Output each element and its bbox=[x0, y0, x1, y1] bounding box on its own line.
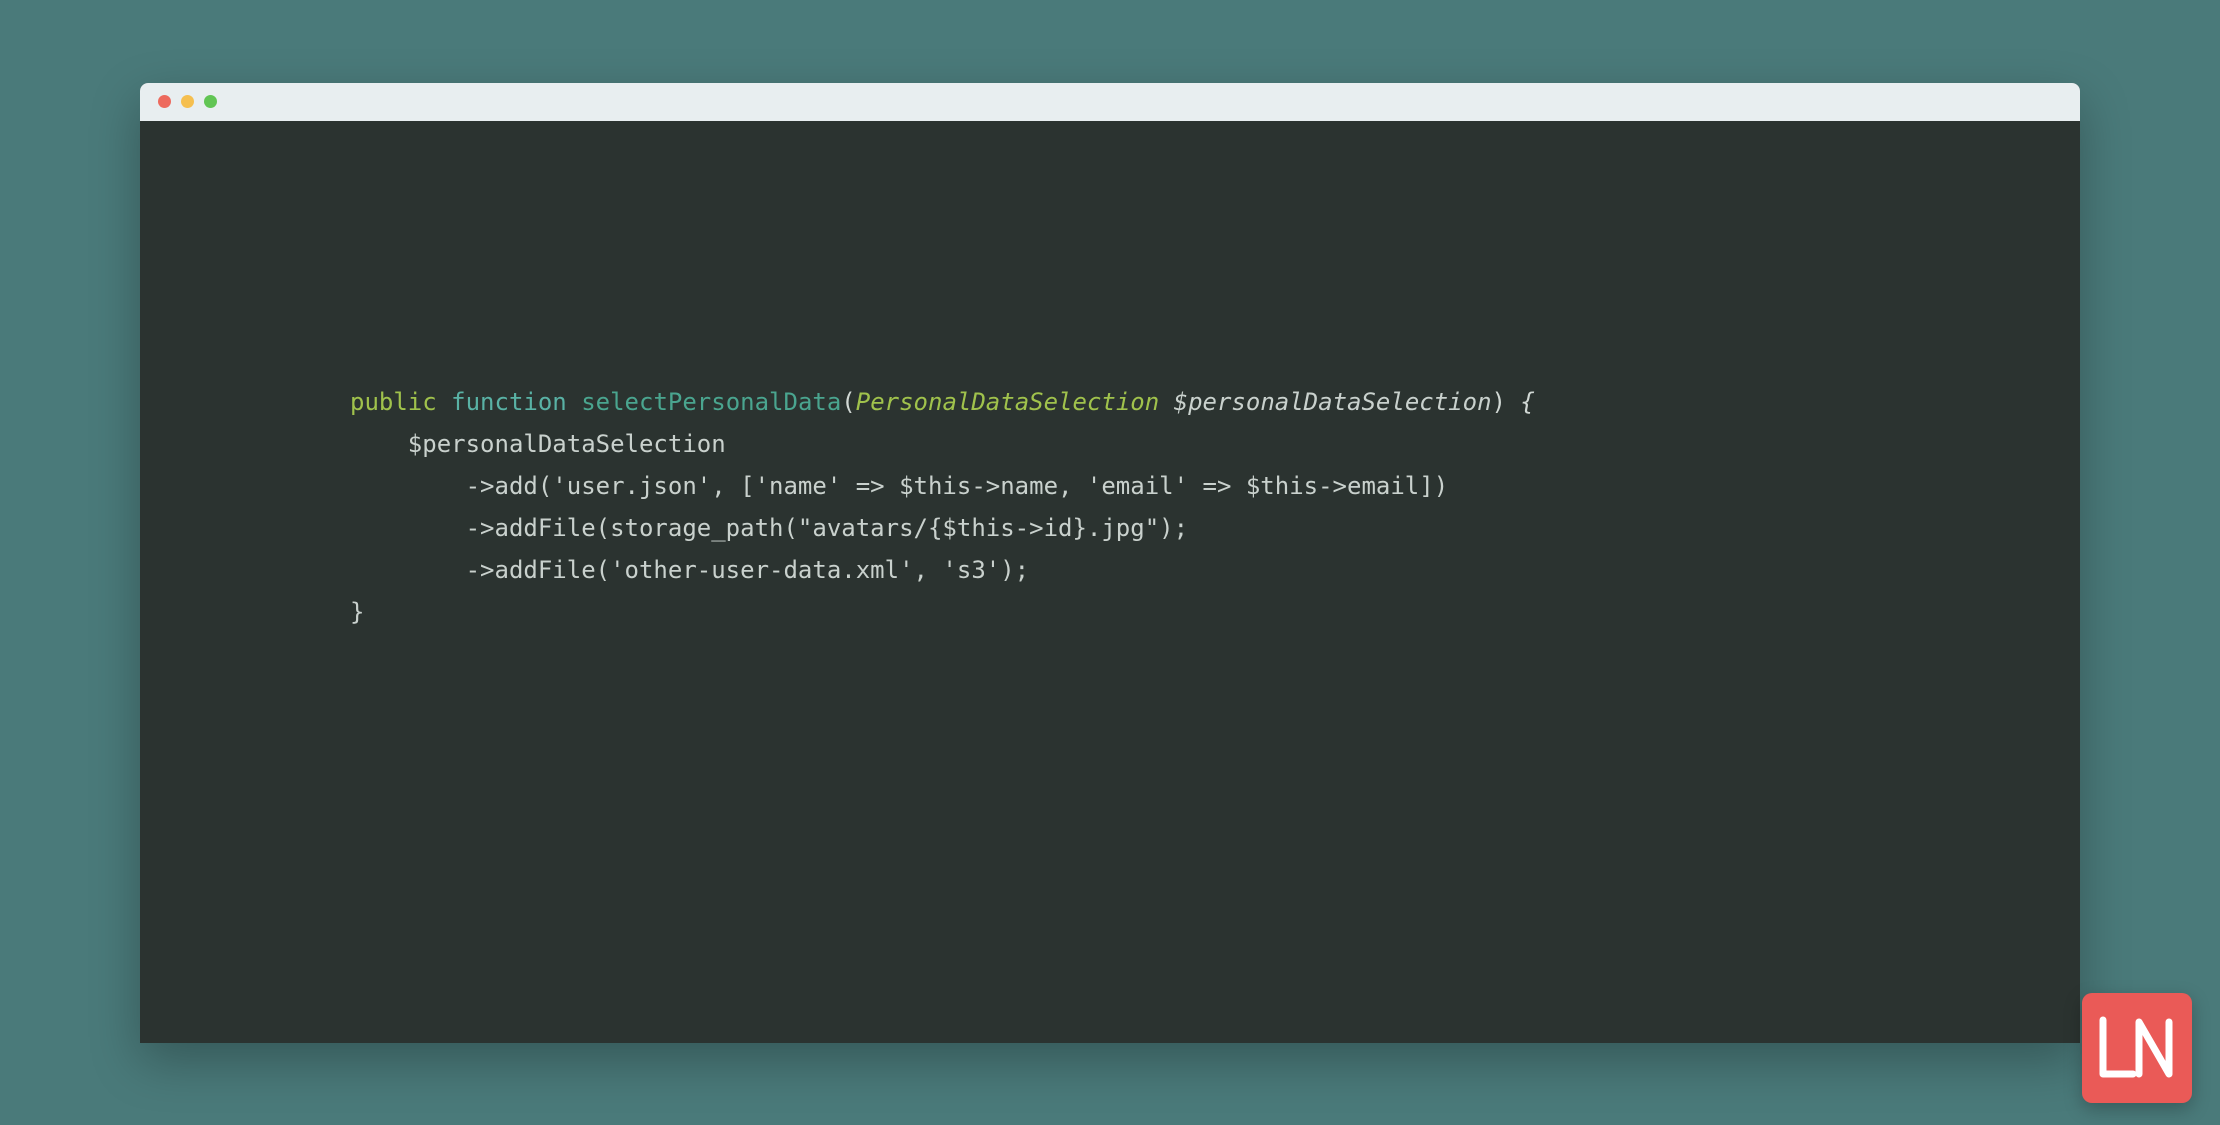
close-icon[interactable] bbox=[158, 95, 171, 108]
code-window: public function selectPersonalData(Perso… bbox=[140, 83, 2080, 1043]
zoom-icon[interactable] bbox=[204, 95, 217, 108]
paren-close: ) bbox=[1492, 388, 1506, 416]
ln-logo-icon bbox=[2099, 1016, 2175, 1080]
param-name: $personalDataSelection bbox=[1159, 388, 1491, 416]
code-area: public function selectPersonalData(Perso… bbox=[140, 121, 2080, 633]
code-line-3: ->add('user.json', ['name' => $this->nam… bbox=[350, 472, 1448, 500]
logo-badge bbox=[2082, 993, 2192, 1103]
code-line-5: ->addFile('other-user-data.xml', 's3'); bbox=[350, 556, 1029, 584]
code-line-4: ->addFile(storage_path("avatars/{$this->… bbox=[350, 514, 1188, 542]
minimize-icon[interactable] bbox=[181, 95, 194, 108]
code-line-6: } bbox=[350, 598, 364, 626]
keyword-public: public bbox=[350, 388, 437, 416]
brace-open: { bbox=[1506, 388, 1535, 416]
code-line-2: $personalDataSelection bbox=[350, 430, 726, 458]
paren-open: ( bbox=[841, 388, 855, 416]
type-hint: PersonalDataSelection bbox=[856, 388, 1159, 416]
function-name: selectPersonalData bbox=[581, 388, 841, 416]
titlebar bbox=[140, 83, 2080, 121]
keyword-function: function bbox=[451, 388, 567, 416]
